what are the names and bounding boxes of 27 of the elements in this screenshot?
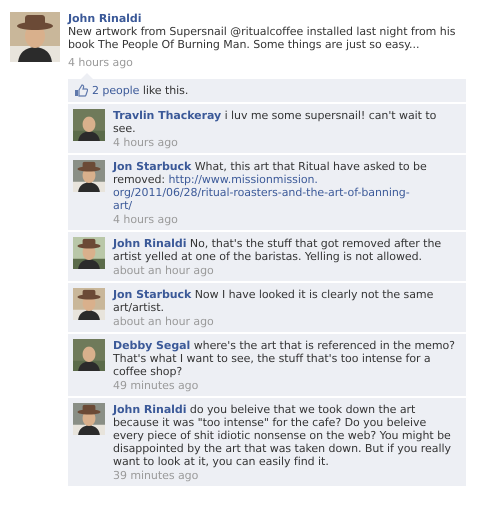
comment-text: Debby Segal where's the art that is referenced in the memo? That's what I want to see, the stuff that's too intense for a coffee shop? xyxy=(113,339,456,378)
timestamp: 49 minutes ago xyxy=(113,379,200,392)
timestamp: 39 minutes ago xyxy=(113,469,200,482)
timestamp: 4 hours ago xyxy=(113,213,179,226)
comment-text: John Rinaldi No, that's the stuff that got removed after the artist yelled at one of the baristas. Yelling is not allowed. xyxy=(113,237,442,263)
timestamp: 4 hours ago xyxy=(68,56,133,69)
timestamp: 4 hours ago xyxy=(113,136,179,149)
likes-text: 2 people like this. xyxy=(92,84,188,97)
url-link[interactable]: art/ xyxy=(113,199,132,212)
commenter-name[interactable]: John Rinaldi xyxy=(113,403,186,416)
commenter-name[interactable]: Jon Starbuck xyxy=(113,288,192,301)
commenter-name[interactable]: Travlin Thackeray xyxy=(113,109,222,122)
commenter-name[interactable]: Jon Starbuck xyxy=(113,160,192,173)
comment-text: Jon Starbuck What, this art that Ritual have asked to be removed: http://www.missionmission. org/2011/06/28/ritual-roasters-and-the-art-of-banning- art/ xyxy=(113,160,428,212)
post-text: New artwork from Supersnail @ritualcoffee installed last night from his book The People Of Burning Man. Some things are just so easy... xyxy=(68,25,456,51)
comment-text: Jon Starbuck Now I have looked it is clearly not the same art/artist. xyxy=(113,288,434,314)
url-link[interactable]: org/2011/06/28/ritual-roasters-and-the-art-of-banning- xyxy=(113,186,410,199)
commenter-name[interactable]: John Rinaldi xyxy=(113,237,186,250)
comment-text: Travlin Thackeray i luv me some supersnail! can't wait to see. xyxy=(113,109,438,135)
commenter-name[interactable]: Debby Segal xyxy=(113,339,190,352)
url-link[interactable]: http://www.missionmission. xyxy=(168,173,318,186)
timestamp: about an hour ago xyxy=(113,315,215,328)
author-name[interactable]: John Rinaldi xyxy=(68,12,466,25)
timestamp: about an hour ago xyxy=(113,264,215,277)
thumbs-up-icon xyxy=(74,84,88,97)
comment-text: John Rinaldi do you beleive that we took down the art because it was "too intense" for the cafe? Do you beleive every piece of shit idiotic nonsense on the web? You might be disappointed by the art that was taken down. But if you really want to look at it, you can easily find it. xyxy=(113,403,452,468)
likes-link[interactable]: 2 people xyxy=(92,84,140,97)
